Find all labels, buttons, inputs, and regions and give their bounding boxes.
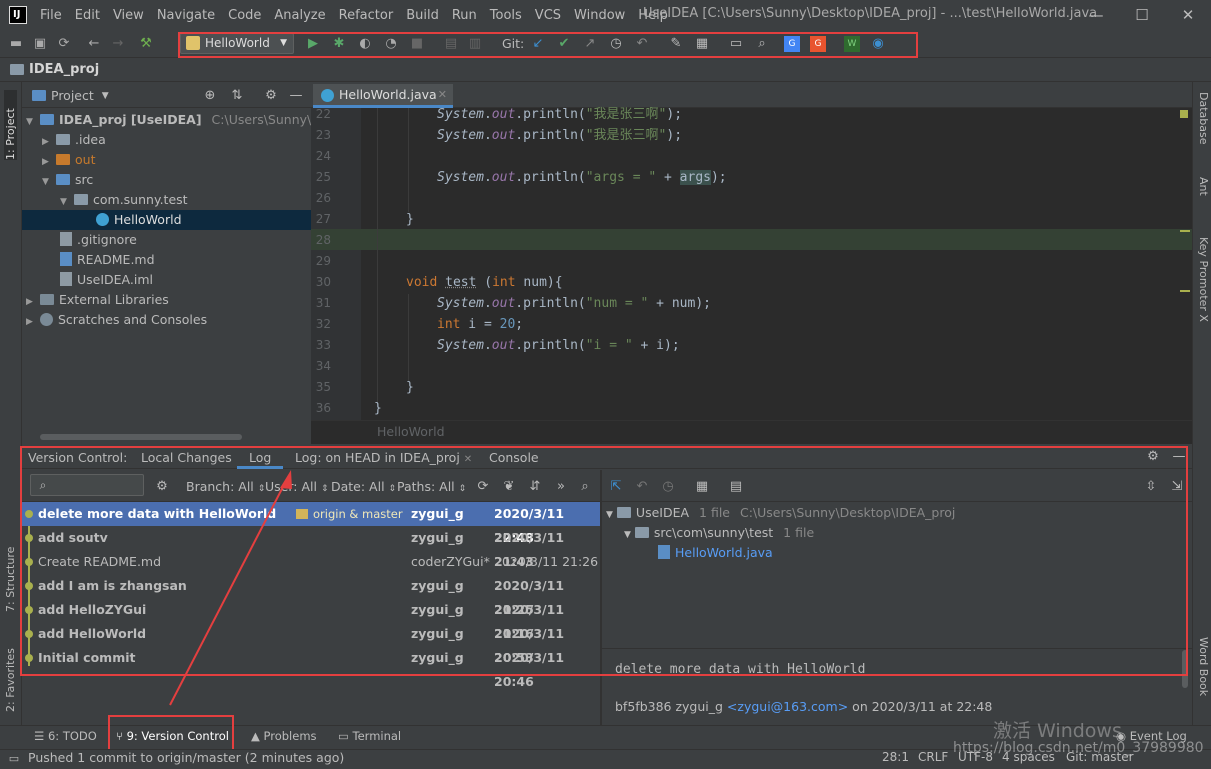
caret-position[interactable]: 28:1 (882, 750, 909, 764)
url-watermark: https://blog.csdn.net/m0_37989980 (953, 740, 1204, 756)
tool-terminal-label: Terminal (352, 729, 402, 743)
annotation-arrow (169, 470, 292, 706)
warning-icon: ▲ (251, 729, 264, 743)
terminal-icon: ▭ (338, 729, 353, 743)
tool-problems[interactable]: ▲ Problems (251, 729, 317, 743)
tool-todo[interactable]: ☰ 6: TODO (34, 729, 97, 743)
status-message[interactable]: Pushed 1 commit to origin/master (2 minu… (28, 750, 344, 765)
layout-icon[interactable]: ▭ (6, 751, 22, 767)
tool-terminal[interactable]: ▭ Terminal (338, 729, 401, 743)
branch-icon: ⑂ (116, 729, 127, 743)
list-icon: ☰ (34, 729, 48, 743)
line-separator[interactable]: CRLF (918, 750, 948, 764)
tool-version-control-label: 9: Version Control (126, 729, 229, 743)
tool-todo-label: 6: TODO (47, 729, 97, 743)
activation-watermark: 激活 Windows (993, 720, 1122, 742)
tool-problems-label: Problems (263, 729, 317, 743)
tool-version-control[interactable]: ⑂ 9: Version Control (116, 729, 229, 743)
